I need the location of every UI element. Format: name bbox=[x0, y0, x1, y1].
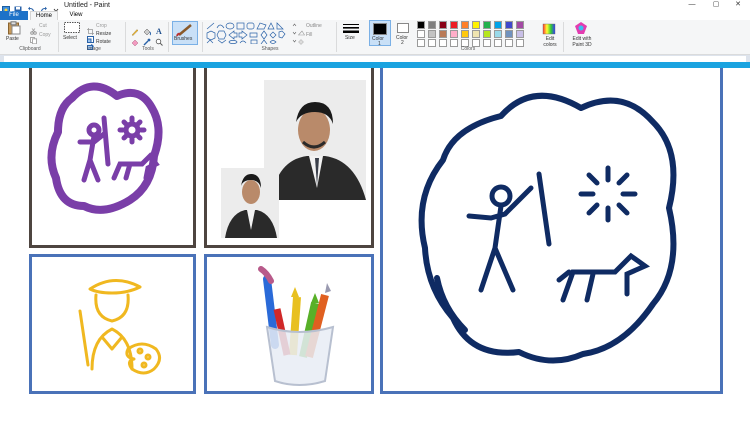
palette-swatch[interactable] bbox=[428, 39, 436, 47]
palette-swatch[interactable] bbox=[428, 30, 436, 38]
palette-swatch[interactable] bbox=[505, 30, 513, 38]
palette-swatch[interactable] bbox=[439, 39, 447, 47]
select-button-label[interactable]: Select bbox=[63, 35, 77, 41]
color1-number: 1 bbox=[378, 41, 381, 47]
window-title: Untitled - Paint bbox=[64, 2, 110, 9]
pencil-cup-icon bbox=[258, 266, 335, 386]
panel-portrait-photos[interactable] bbox=[204, 68, 374, 248]
color2-number: 2 bbox=[401, 40, 404, 46]
colors-group-label: Colors bbox=[460, 46, 476, 52]
palette-swatch[interactable] bbox=[516, 21, 524, 29]
brush-icon bbox=[176, 24, 192, 37]
fill-button-label[interactable]: Fill bbox=[306, 32, 312, 38]
clipboard-group-label: Clipboard bbox=[19, 46, 41, 52]
color2-button[interactable]: Color 2 bbox=[394, 20, 414, 46]
undo-icon[interactable] bbox=[27, 1, 35, 13]
palette-swatch[interactable] bbox=[417, 21, 425, 29]
redo-icon[interactable] bbox=[40, 1, 48, 13]
ribbon-tabs: File Home View bbox=[0, 11, 750, 20]
palette-swatch[interactable] bbox=[483, 21, 491, 29]
palette-swatch[interactable] bbox=[516, 30, 524, 38]
brushes-button-label: Brushes bbox=[174, 36, 193, 42]
edit-colors-label[interactable]: Edit colors bbox=[541, 36, 559, 48]
color1-swatch bbox=[373, 23, 387, 35]
ribbon-separator bbox=[168, 22, 169, 52]
palette-swatch[interactable] bbox=[505, 21, 513, 29]
palette-swatch[interactable] bbox=[472, 30, 480, 38]
palette-swatch[interactable] bbox=[494, 30, 502, 38]
fill-icon[interactable] bbox=[298, 32, 305, 50]
palette-swatch[interactable] bbox=[494, 39, 502, 47]
palette-swatch[interactable] bbox=[461, 30, 469, 38]
tab-home[interactable]: Home bbox=[30, 11, 58, 20]
size-button-label[interactable]: Size bbox=[345, 35, 355, 41]
panel-pencil-cup[interactable] bbox=[204, 254, 374, 394]
ribbon: Paste Cut Copy Clipboard Select Crop Res… bbox=[0, 20, 750, 55]
color2-swatch bbox=[397, 23, 409, 33]
palette-swatch[interactable] bbox=[494, 21, 502, 29]
palette-swatch[interactable] bbox=[461, 21, 469, 29]
panel-cave-art-purple[interactable] bbox=[29, 68, 196, 248]
brushes-button[interactable]: Brushes bbox=[172, 21, 198, 45]
paste-button-label[interactable]: Paste bbox=[6, 36, 19, 42]
ribbon-separator bbox=[336, 22, 337, 52]
cave-art-purple-icon bbox=[47, 82, 163, 214]
palette-swatch[interactable] bbox=[505, 39, 513, 47]
ribbon-separator bbox=[125, 22, 126, 52]
shapes-scroll-icon[interactable] bbox=[292, 22, 297, 49]
edit-with-paint3d-label[interactable]: Edit with Paint 3D bbox=[568, 36, 596, 48]
crop-button-label[interactable]: Crop bbox=[96, 23, 107, 29]
title-bar: Untitled - Paint — ▢ ✕ bbox=[0, 0, 750, 14]
cut-button-label[interactable]: Cut bbox=[39, 23, 47, 29]
image-group-label: Image bbox=[87, 46, 101, 52]
shapes-group-label: Shapes bbox=[261, 46, 279, 52]
quick-access-dropdown-icon[interactable] bbox=[52, 1, 60, 13]
palette-swatch[interactable] bbox=[450, 30, 458, 38]
tab-view[interactable]: View bbox=[62, 11, 90, 20]
paint-app-icon bbox=[2, 1, 10, 14]
palette-swatch[interactable] bbox=[428, 21, 436, 29]
resize-button-label[interactable]: Resize bbox=[96, 31, 111, 37]
ribbon-separator bbox=[563, 22, 564, 52]
panel-artist-yellow[interactable] bbox=[29, 254, 196, 394]
palette-swatch[interactable] bbox=[483, 30, 491, 38]
ribbon-separator bbox=[58, 22, 59, 52]
portrait-photos-image bbox=[221, 80, 366, 238]
palette-swatch[interactable] bbox=[439, 21, 447, 29]
palette-swatch[interactable] bbox=[439, 30, 447, 38]
outline-button-label[interactable]: Outline bbox=[306, 23, 322, 29]
palette-swatch[interactable] bbox=[417, 30, 425, 38]
artist-icon bbox=[78, 279, 161, 375]
shapes-gallery[interactable] bbox=[206, 22, 292, 49]
palette-swatch[interactable] bbox=[450, 21, 458, 29]
cave-art-navy-icon bbox=[418, 92, 677, 364]
palette-swatch[interactable] bbox=[516, 39, 524, 47]
close-button[interactable]: ✕ bbox=[724, 0, 750, 10]
palette-swatch[interactable] bbox=[472, 21, 480, 29]
save-icon[interactable] bbox=[14, 1, 22, 14]
palette-swatch[interactable] bbox=[417, 39, 425, 47]
copy-button-label[interactable]: Copy bbox=[39, 32, 51, 38]
tab-file[interactable]: File bbox=[0, 11, 28, 20]
tools-group-label: Tools bbox=[142, 46, 154, 52]
panel-cave-art-navy[interactable] bbox=[380, 68, 723, 394]
rotate-button-label[interactable]: Rotate bbox=[96, 39, 111, 45]
ribbon-separator bbox=[202, 22, 203, 52]
color1-button[interactable]: Color 1 bbox=[369, 20, 391, 47]
